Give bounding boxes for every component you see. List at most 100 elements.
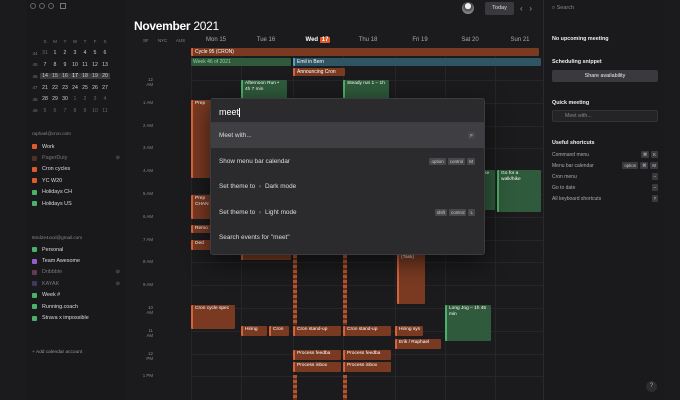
calendar-event[interactable]: Hiring: [241, 326, 267, 336]
calendar-event[interactable]: Process inbox: [343, 362, 391, 372]
mini-calendar-day[interactable]: 13: [100, 62, 110, 68]
next-week-button[interactable]: ›: [529, 4, 532, 13]
help-button[interactable]: ?: [646, 381, 657, 392]
mini-calendar-day[interactable]: 11: [100, 108, 110, 114]
mini-calendar-day[interactable]: 1: [70, 96, 80, 102]
calendar-color-swatch[interactable]: [32, 155, 37, 161]
calendar-toggle[interactable]: KAYAK ⊘: [32, 278, 120, 289]
mini-calendar-day[interactable]: 28: [40, 96, 50, 102]
calendar-toggle[interactable]: Running.coach: [32, 301, 120, 312]
command-input[interactable]: meet: [219, 107, 241, 118]
mini-calendar-day[interactable]: 4: [100, 96, 110, 102]
calendar-event[interactable]: Restrat (Task): [397, 248, 425, 304]
calendar-toggle[interactable]: Holidays CH: [32, 187, 120, 198]
calendar-color-swatch[interactable]: [32, 258, 37, 264]
mini-calendar-day[interactable]: 27: [100, 85, 110, 91]
calendar-toggle[interactable]: Cron cycles: [32, 164, 120, 175]
mini-calendar-day[interactable]: 6: [50, 108, 60, 114]
calendar-event[interactable]: Erik / Raphael: [395, 339, 441, 349]
allday-event[interactable]: Announcing Cron: [293, 68, 345, 76]
mini-calendar-day[interactable]: 2: [80, 96, 90, 102]
mini-calendar-day[interactable]: 26: [90, 85, 100, 91]
calendar-toggle[interactable]: PagerDuty ⊘: [32, 152, 120, 163]
calendar-toggle[interactable]: YC W20: [32, 175, 120, 186]
mini-calendar-day[interactable]: 23: [60, 85, 70, 91]
calendar-toggle[interactable]: Team Awesome: [32, 255, 120, 266]
calendar-toggle[interactable]: Holidays US: [32, 198, 120, 209]
mini-calendar-day[interactable]: 8: [70, 108, 80, 114]
today-button[interactable]: Today: [485, 2, 514, 15]
mini-calendar-day[interactable]: 29: [50, 96, 60, 102]
calendar-event[interactable]: Prep: [191, 100, 211, 178]
calendar-toggle[interactable]: Work: [32, 141, 120, 152]
calendar-toggle[interactable]: Strava x impossible: [32, 312, 120, 323]
calendar-event[interactable]: Process inbox: [293, 362, 341, 372]
mini-calendar-day[interactable]: 10: [70, 62, 80, 68]
command-item[interactable]: Search events for "meet": [211, 225, 484, 250]
calendar-event[interactable]: Prep CHAN: [191, 195, 211, 219]
mini-calendar-day[interactable]: 8: [50, 62, 60, 68]
calendar-toggle[interactable]: Week #: [32, 290, 120, 301]
mini-calendar-day[interactable]: 5: [40, 108, 50, 114]
allday-event[interactable]: Cycle 95 (CRON): [191, 48, 539, 56]
mini-calendar-day[interactable]: 6: [100, 50, 110, 56]
mini-calendar-day[interactable]: 14: [40, 73, 50, 80]
mini-calendar-day[interactable]: 3: [70, 50, 80, 56]
calendar-event[interactable]: Cron stand-up: [293, 326, 341, 336]
mini-calendar-day[interactable]: 21: [40, 85, 50, 91]
minimize-window-button[interactable]: [39, 3, 45, 9]
calendar-color-swatch[interactable]: [32, 178, 37, 184]
mini-calendar-day[interactable]: 4: [80, 50, 90, 56]
mini-calendar-day[interactable]: 9: [80, 108, 90, 114]
share-availability-button[interactable]: Share availability: [552, 70, 658, 82]
mini-calendar-day[interactable]: 9: [60, 62, 70, 68]
calendar-color-swatch[interactable]: [32, 292, 37, 298]
command-item[interactable]: Set theme to › Light mode shift control L: [211, 200, 484, 225]
calendar-event[interactable]: Go for a walk/hike: [497, 170, 541, 212]
calendar-event[interactable]: Remo: [191, 225, 211, 233]
mini-calendar-day[interactable]: 19: [90, 73, 100, 80]
calendar-color-swatch[interactable]: [32, 315, 37, 321]
search-field[interactable]: ⌕ Search: [552, 5, 574, 12]
calendar-event[interactable]: Cron stand-up: [343, 326, 391, 336]
mini-calendar-day[interactable]: 15: [50, 73, 60, 80]
calendar-event[interactable]: Hiring syn: [395, 326, 423, 336]
calendar-color-swatch[interactable]: [32, 144, 37, 150]
calendar-color-swatch[interactable]: [32, 304, 37, 310]
mini-calendar-day[interactable]: 16: [60, 73, 70, 80]
calendar-color-swatch[interactable]: [32, 189, 37, 195]
allday-event[interactable]: Emil in Bern: [293, 58, 541, 66]
mini-calendar-day[interactable]: 20: [100, 73, 110, 80]
allday-event[interactable]: Week 46 of 2021: [191, 58, 291, 66]
mini-calendar-day[interactable]: 2: [60, 50, 70, 56]
mini-calendar-day[interactable]: 5: [90, 50, 100, 56]
calendar-event[interactable]: Process feedba: [343, 350, 391, 360]
mini-calendar-day[interactable]: 1: [50, 50, 60, 56]
add-calendar-account-button[interactable]: + Add calendar account: [32, 350, 82, 355]
calendar-color-swatch[interactable]: [32, 247, 37, 253]
mini-calendar-day[interactable]: 3: [90, 96, 100, 102]
prev-week-button[interactable]: ‹: [520, 4, 523, 13]
mini-calendar-day[interactable]: 31: [40, 50, 50, 56]
calendar-event[interactable]: Ded: [191, 240, 211, 250]
calendar-event[interactable]: Process feedba: [293, 350, 341, 360]
mini-calendar-day[interactable]: 11: [80, 62, 90, 68]
calendar-color-swatch[interactable]: [32, 201, 37, 207]
command-item[interactable]: Meet with... F: [211, 123, 484, 148]
calendar-toggle[interactable]: Dribbble ⊘: [32, 267, 120, 278]
mini-calendar-day[interactable]: 12: [90, 62, 100, 68]
mini-calendar-day[interactable]: 17: [70, 73, 80, 80]
mini-calendar-day[interactable]: 30: [60, 96, 70, 102]
mini-calendar-day[interactable]: 7: [40, 62, 50, 68]
mini-calendar-day[interactable]: 18: [80, 73, 90, 80]
close-window-button[interactable]: [30, 3, 36, 9]
sidebar-toggle-icon[interactable]: [60, 3, 66, 9]
calendar-toggle[interactable]: Personal: [32, 244, 120, 255]
calendar-color-swatch[interactable]: [32, 269, 37, 275]
calendar-color-swatch[interactable]: [32, 166, 37, 172]
command-item[interactable]: Show menu bar calendar option control M: [211, 149, 484, 174]
calendar-event[interactable]: Long Jog – 1h 45 min: [445, 305, 491, 341]
calendar-event[interactable]: Cron: [269, 326, 289, 336]
mini-calendar-day[interactable]: 7: [60, 108, 70, 114]
command-item[interactable]: Set theme to › Dark mode: [211, 174, 484, 199]
